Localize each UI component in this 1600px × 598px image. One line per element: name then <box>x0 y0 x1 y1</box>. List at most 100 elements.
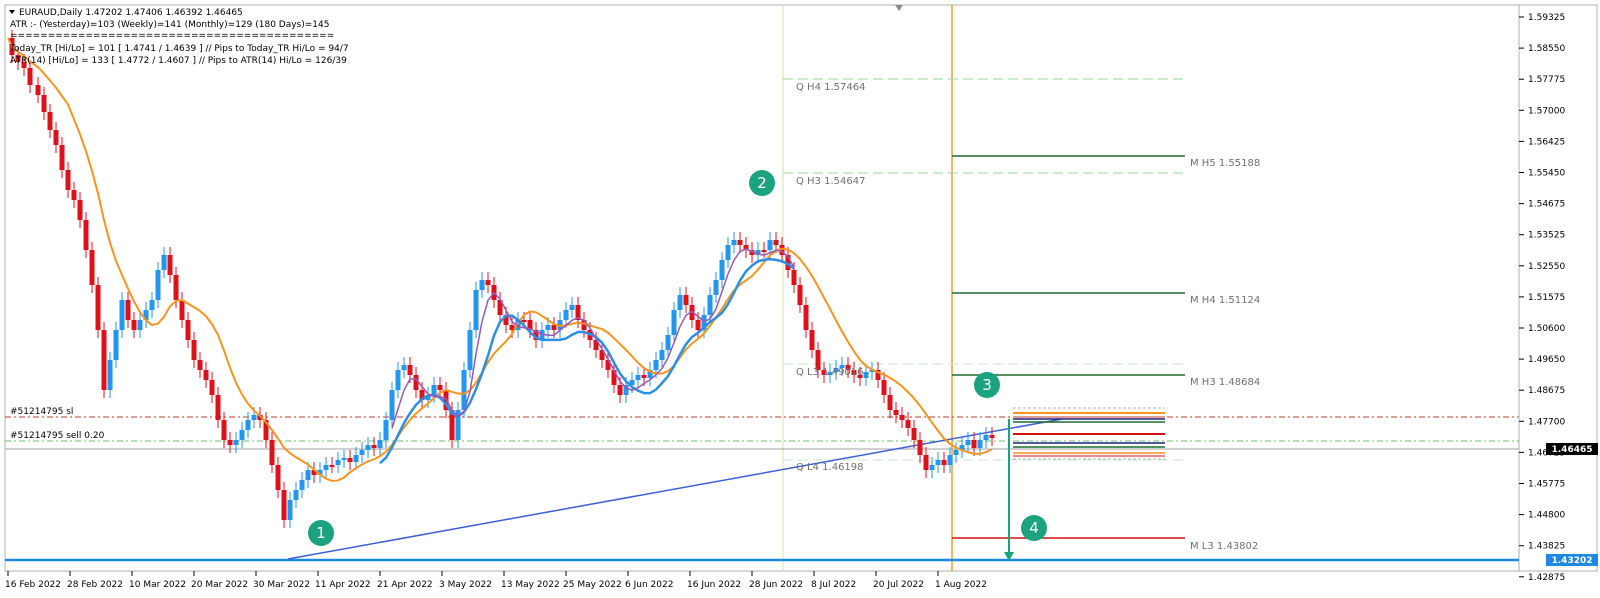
candle-body <box>569 305 575 310</box>
candle-body <box>947 455 953 465</box>
candle-body <box>983 435 989 440</box>
time-tick-label: 30 Mar 2022 <box>253 580 310 590</box>
candle-body <box>911 428 917 440</box>
candle-body <box>467 330 473 370</box>
q-h4-label: Q H4 1.57464 <box>796 82 865 93</box>
candle-body <box>971 440 977 448</box>
candle-body <box>197 360 203 370</box>
candle-body <box>233 440 239 445</box>
time-tick-label: 20 Mar 2022 <box>191 580 248 590</box>
price-tick-label: 1.55450 <box>1528 169 1565 179</box>
chart-window[interactable]: #51214795 sl #51214795 sell 0.20 Q H4 1.… <box>0 0 1600 594</box>
candle-body <box>107 360 113 390</box>
candle-body <box>125 300 131 320</box>
price-tick-label: 1.49650 <box>1528 355 1565 365</box>
m-h5-label: M H5 1.55188 <box>1190 158 1260 169</box>
candle-body <box>245 420 251 430</box>
candle-body <box>707 295 713 315</box>
candle-body <box>683 295 689 305</box>
current-price-value: 1.46465 <box>1552 445 1593 455</box>
candle-body <box>935 460 941 465</box>
price-tick-label: 1.54675 <box>1528 200 1565 210</box>
time-tick-label: 25 May 2022 <box>563 580 622 590</box>
candle-body <box>131 320 137 330</box>
time-tick-label: 28 Jun 2022 <box>749 580 803 590</box>
support-price-value: 1.43202 <box>1552 556 1593 566</box>
candle-body <box>665 335 671 350</box>
candle-body <box>383 420 389 440</box>
candle-body <box>179 300 185 320</box>
order-sl-label[interactable]: #51214795 sl <box>10 407 73 417</box>
candle-body <box>173 275 179 300</box>
order-sell-label[interactable]: #51214795 sell 0.20 <box>10 431 105 441</box>
candle-body <box>437 385 443 390</box>
m-h3-label: M H3 1.48684 <box>1190 377 1260 388</box>
candle-body <box>977 440 983 448</box>
q-l3-label: Q L3 1.49016 <box>796 367 864 378</box>
atr14-line: ATR(14) [Hi/Lo] = 133 [ 1.4772 / 1.4607 … <box>10 56 347 66</box>
candle-body <box>773 240 779 245</box>
candle-body <box>335 460 341 465</box>
time-tick-label: 1 Aug 2022 <box>935 580 987 590</box>
candle-body <box>719 260 725 280</box>
candle-body <box>617 385 623 395</box>
candle-body <box>341 458 347 460</box>
candle-body <box>305 470 311 480</box>
candle-body <box>659 350 665 360</box>
candle-body <box>161 255 167 270</box>
candle-body <box>767 240 773 250</box>
candle-body <box>635 375 641 380</box>
candle-body <box>347 458 353 462</box>
candle-body <box>803 305 809 330</box>
time-tick-label: 6 Jun 2022 <box>625 580 673 590</box>
time-axis: 16 Feb 2022 28 Feb 2022 10 Mar 2022 20 Mar … <box>5 571 987 590</box>
atr-line: ATR :- (Yesterday)=103 (Weekly)=141 (Mon… <box>10 20 329 30</box>
candle-body <box>47 112 53 130</box>
price-tick-label: 1.50600 <box>1528 324 1565 334</box>
candle-body <box>695 320 701 330</box>
candle-body <box>155 270 161 300</box>
candle-body <box>479 280 485 290</box>
price-tick-label: 1.44800 <box>1528 511 1565 521</box>
time-tick-label: 3 May 2022 <box>439 580 492 590</box>
candle-body <box>353 455 359 462</box>
time-tick-label: 8 Jul 2022 <box>811 580 856 590</box>
candle-body <box>95 285 101 330</box>
price-tick-label: 1.57775 <box>1528 75 1565 85</box>
candle-body <box>71 190 77 200</box>
q-l4-label: Q L4 1.46198 <box>796 462 864 473</box>
candle-body <box>797 285 803 305</box>
marker-3: 3 <box>974 372 1000 398</box>
candle-body <box>113 330 119 360</box>
m-l3-label: M L3 1.43802 <box>1190 541 1258 552</box>
candle-body <box>881 380 887 395</box>
candle-body <box>389 390 395 420</box>
candle-body <box>269 440 275 465</box>
symbol-line: EURAUD,Daily 1.47202 1.47406 1.46392 1.4… <box>19 8 243 18</box>
marker-2: 2 <box>749 170 775 196</box>
candle-body <box>941 460 947 465</box>
price-tick-label: 1.48675 <box>1528 386 1565 396</box>
price-tick-label: 1.42875 <box>1528 573 1565 583</box>
marker-2-label: 2 <box>757 174 767 192</box>
candle-body <box>545 325 551 330</box>
price-chart[interactable]: #51214795 sl #51214795 sell 0.20 Q H4 1.… <box>0 0 1600 594</box>
candle-body <box>167 255 173 275</box>
candle-body <box>35 85 41 95</box>
time-tick-label: 11 Apr 2022 <box>315 580 371 590</box>
candle-body <box>371 445 377 448</box>
marker-1: 1 <box>308 520 334 546</box>
candle-body <box>407 365 413 375</box>
candle-body <box>137 320 143 330</box>
today-tr-line: Today_TR [Hi/Lo] = 101 [ 1.4741 / 1.4639… <box>9 44 349 54</box>
plot-area[interactable] <box>4 4 1520 572</box>
marker-3-label: 3 <box>982 376 992 394</box>
time-tick-label: 20 Jul 2022 <box>873 580 924 590</box>
price-tick-label: 1.57000 <box>1528 106 1565 116</box>
price-tick-label: 1.53525 <box>1528 231 1565 241</box>
candle-body <box>737 240 743 245</box>
price-tick-label: 1.58550 <box>1528 44 1565 54</box>
candle-body <box>59 145 65 170</box>
candle-body <box>77 200 83 220</box>
marker-1-label: 1 <box>316 524 326 542</box>
